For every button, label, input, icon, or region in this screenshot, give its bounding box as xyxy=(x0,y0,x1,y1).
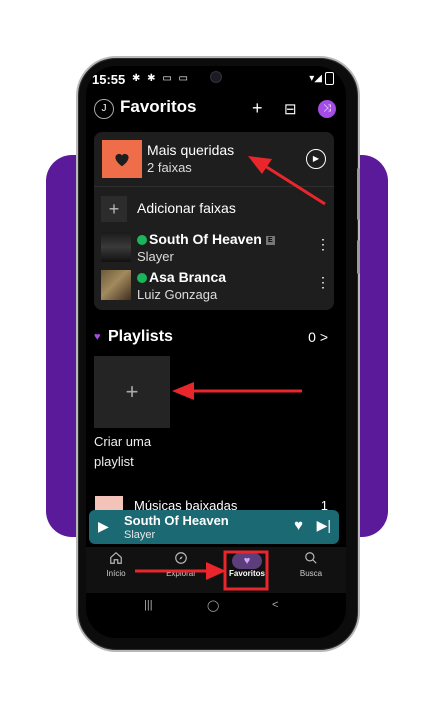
recents-icon[interactable]: ||| xyxy=(144,599,153,611)
home-icon xyxy=(91,551,141,569)
playlists-title: Playlists xyxy=(108,328,173,345)
add-tracks-button[interactable]: + Adicionar faixas xyxy=(94,194,334,224)
play-icon[interactable]: ▶ xyxy=(306,149,326,169)
chevron-right-icon: > xyxy=(319,329,328,345)
notification-icons: ✱ ✱ ▭ ▭ xyxy=(132,73,190,84)
nav-item-favoritos[interactable]: ♥ Favoritos xyxy=(222,551,272,578)
mini-player-title: South Of Heaven xyxy=(124,513,229,528)
create-playlist-button[interactable]: + xyxy=(94,356,170,428)
playlists-header[interactable]: ♥ Playlists 0 > xyxy=(94,328,334,350)
add-icon[interactable]: + xyxy=(252,98,263,119)
track-title-text: Asa Branca xyxy=(149,269,227,285)
add-tracks-label: Adicionar faixas xyxy=(137,200,236,216)
track-artist: Slayer xyxy=(137,249,174,264)
signal-battery: ▾◢ xyxy=(309,72,334,85)
avatar[interactable]: J xyxy=(94,99,114,119)
skip-next-icon[interactable]: ▶| xyxy=(317,517,331,534)
downloaded-icon xyxy=(137,273,147,284)
home-circle-icon[interactable]: ◯ xyxy=(207,599,219,612)
signal-icon: ▾◢ xyxy=(309,73,322,85)
app-screen: 15:55 ✱ ✱ ▭ ▭ ▾◢ J Favoritos + ⊟ ⤨ Mais … xyxy=(86,66,346,638)
nav-label: Busca xyxy=(299,569,323,578)
track-title: Asa Branca xyxy=(137,269,226,285)
favorites-count: 2 faixas xyxy=(147,160,192,175)
track-row[interactable]: South Of Heaven E Slayer ⋮ xyxy=(94,228,334,268)
favorites-title: Mais queridas xyxy=(147,142,235,158)
track-artist: Luiz Gonzaga xyxy=(137,287,218,302)
track-row[interactable]: Asa Branca Luiz Gonzaga ⋮ xyxy=(94,266,334,306)
nav-label: Explorar xyxy=(166,569,196,578)
more-options-icon[interactable]: ⋮ xyxy=(316,274,330,291)
app-header: J Favoritos + ⊟ ⤨ xyxy=(86,96,346,124)
track-title: South Of Heaven E xyxy=(137,231,275,247)
playlists-count: 0 > xyxy=(308,329,328,345)
album-art xyxy=(101,270,131,300)
divider xyxy=(94,186,334,187)
album-art xyxy=(101,232,131,262)
camera-hole xyxy=(210,71,222,83)
more-options-icon[interactable]: ⋮ xyxy=(316,236,330,253)
page-title: Favoritos xyxy=(120,97,197,116)
back-icon[interactable]: < xyxy=(272,599,278,611)
status-time: 15:55 xyxy=(92,72,126,87)
nav-item-explorar[interactable]: Explorar xyxy=(156,551,206,578)
plus-icon: + xyxy=(101,196,127,222)
heart-icon xyxy=(115,153,129,167)
mini-player-artist: Slayer xyxy=(124,529,156,541)
search-icon xyxy=(286,551,336,569)
heart-icon: ♥ xyxy=(222,551,272,569)
like-icon[interactable]: ♥ xyxy=(294,517,303,534)
create-playlist-label: Criar uma playlist xyxy=(94,434,152,469)
bottom-navigation: Início Explorar ♥ Favoritos Busca xyxy=(86,547,346,593)
mini-player[interactable]: ▶ South Of Heaven Slayer ♥ ▶| xyxy=(89,510,339,544)
downloaded-icon xyxy=(137,235,147,246)
power-button xyxy=(357,240,360,274)
layout-icon[interactable]: ⊟ xyxy=(284,100,297,118)
nav-item-inicio[interactable]: Início xyxy=(91,551,141,578)
system-navigation: ||| ◯ < xyxy=(86,596,346,620)
heart-icon: ♥ xyxy=(94,331,101,343)
battery-icon xyxy=(325,72,334,85)
status-bar: 15:55 ✱ ✱ ▭ ▭ ▾◢ xyxy=(86,66,346,92)
playlists-count-value: 0 xyxy=(308,329,316,345)
favorites-playlist-row[interactable]: Mais queridas 2 faixas ▶ xyxy=(94,132,334,184)
track-title-text: South Of Heaven xyxy=(149,231,262,247)
explicit-badge: E xyxy=(265,235,275,245)
nav-item-busca[interactable]: Busca xyxy=(286,551,336,578)
nav-label: Favoritos xyxy=(228,569,265,578)
compass-icon xyxy=(156,551,206,569)
shuffle-button[interactable]: ⤨ xyxy=(318,100,336,118)
play-icon[interactable]: ▶ xyxy=(98,518,109,535)
heart-cover xyxy=(102,140,142,178)
nav-label: Início xyxy=(106,569,126,578)
volume-button xyxy=(357,168,360,220)
